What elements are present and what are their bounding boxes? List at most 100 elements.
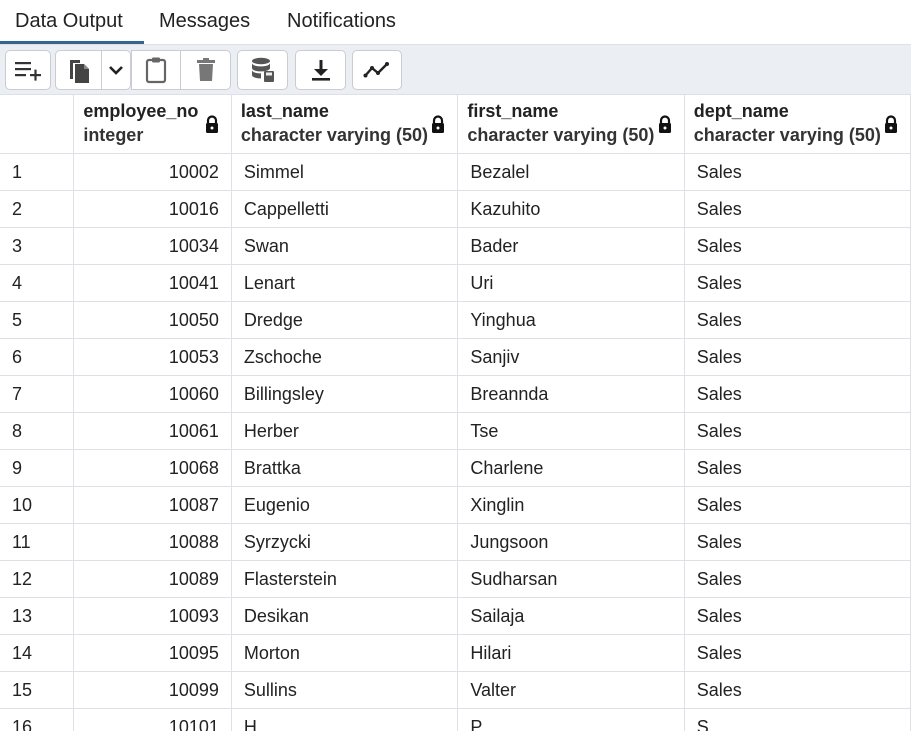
dept-name-cell[interactable]: Sales xyxy=(684,338,911,376)
column-header-employee-no[interactable]: employee_no integer xyxy=(73,95,232,154)
table-row[interactable]: 2 10016 Cappelletti Kazuhito Sales xyxy=(0,190,911,228)
add-row-button[interactable] xyxy=(5,50,51,90)
last-name-cell[interactable]: Morton xyxy=(231,634,459,672)
row-number-cell[interactable]: 11 xyxy=(0,523,75,561)
dept-name-cell[interactable]: Sales xyxy=(684,301,911,339)
employee-no-cell[interactable]: 10087 xyxy=(73,486,232,524)
employee-no-cell[interactable]: 10068 xyxy=(73,449,232,487)
last-name-cell[interactable]: Flasterstein xyxy=(231,560,459,598)
column-header-last-name[interactable]: last_name character varying (50) xyxy=(231,95,459,154)
last-name-cell[interactable]: Eugenio xyxy=(231,486,459,524)
last-name-cell[interactable]: Lenart xyxy=(231,264,459,302)
first-name-cell[interactable]: Breannda xyxy=(457,375,685,413)
dept-name-cell[interactable]: Sales xyxy=(684,671,911,709)
employee-no-cell[interactable]: 10016 xyxy=(73,190,232,228)
copy-button[interactable] xyxy=(55,50,102,90)
tab-data-output[interactable]: Data Output xyxy=(0,0,144,44)
row-number-cell[interactable]: 4 xyxy=(0,264,75,302)
row-number-header[interactable] xyxy=(0,95,75,154)
last-name-cell[interactable]: H xyxy=(231,708,459,731)
employee-no-cell[interactable]: 10093 xyxy=(73,597,232,635)
table-row[interactable]: 5 10050 Dredge Yinghua Sales xyxy=(0,301,911,339)
first-name-cell[interactable]: Kazuhito xyxy=(457,190,685,228)
first-name-cell[interactable]: Valter xyxy=(457,671,685,709)
last-name-cell[interactable]: Syrzycki xyxy=(231,523,459,561)
first-name-cell[interactable]: Jungsoon xyxy=(457,523,685,561)
table-row[interactable]: 14 10095 Morton Hilari Sales xyxy=(0,634,911,672)
row-number-cell[interactable]: 7 xyxy=(0,375,75,413)
tab-notifications[interactable]: Notifications xyxy=(287,0,396,44)
table-row[interactable]: 1 10002 Simmel Bezalel Sales xyxy=(0,153,911,191)
first-name-cell[interactable]: Sailaja xyxy=(457,597,685,635)
delete-button[interactable] xyxy=(181,50,231,90)
dept-name-cell[interactable]: Sales xyxy=(684,153,911,191)
table-row[interactable]: 7 10060 Billingsley Breannda Sales xyxy=(0,375,911,413)
dept-name-cell[interactable]: Sales xyxy=(684,264,911,302)
tab-messages[interactable]: Messages xyxy=(159,0,250,44)
employee-no-cell[interactable]: 10101 xyxy=(73,708,232,731)
dept-name-cell[interactable]: Sales xyxy=(684,227,911,265)
last-name-cell[interactable]: Swan xyxy=(231,227,459,265)
column-header-dept-name[interactable]: dept_name character varying (50) xyxy=(684,95,911,154)
first-name-cell[interactable]: P xyxy=(457,708,685,731)
row-number-cell[interactable]: 3 xyxy=(0,227,75,265)
row-number-cell[interactable]: 5 xyxy=(0,301,75,339)
dept-name-cell[interactable]: Sales xyxy=(684,412,911,450)
last-name-cell[interactable]: Desikan xyxy=(231,597,459,635)
table-row[interactable]: 10 10087 Eugenio Xinglin Sales xyxy=(0,486,911,524)
first-name-cell[interactable]: Xinglin xyxy=(457,486,685,524)
first-name-cell[interactable]: Uri xyxy=(457,264,685,302)
last-name-cell[interactable]: Billingsley xyxy=(231,375,459,413)
row-number-cell[interactable]: 12 xyxy=(0,560,75,598)
employee-no-cell[interactable]: 10060 xyxy=(73,375,232,413)
dept-name-cell[interactable]: Sales xyxy=(684,449,911,487)
graph-visualiser-button[interactable] xyxy=(352,50,402,90)
first-name-cell[interactable]: Sudharsan xyxy=(457,560,685,598)
employee-no-cell[interactable]: 10041 xyxy=(73,264,232,302)
dept-name-cell[interactable]: Sales xyxy=(684,634,911,672)
row-number-cell[interactable]: 14 xyxy=(0,634,75,672)
first-name-cell[interactable]: Sanjiv xyxy=(457,338,685,376)
employee-no-cell[interactable]: 10002 xyxy=(73,153,232,191)
copy-options-dropdown[interactable] xyxy=(102,50,131,90)
last-name-cell[interactable]: Zschoche xyxy=(231,338,459,376)
first-name-cell[interactable]: Hilari xyxy=(457,634,685,672)
employee-no-cell[interactable]: 10099 xyxy=(73,671,232,709)
row-number-cell[interactable]: 16 xyxy=(0,708,75,731)
table-row[interactable]: 8 10061 Herber Tse Sales xyxy=(0,412,911,450)
last-name-cell[interactable]: Simmel xyxy=(231,153,459,191)
row-number-cell[interactable]: 1 xyxy=(0,153,75,191)
table-row[interactable]: 4 10041 Lenart Uri Sales xyxy=(0,264,911,302)
employee-no-cell[interactable]: 10095 xyxy=(73,634,232,672)
table-row[interactable]: 11 10088 Syrzycki Jungsoon Sales xyxy=(0,523,911,561)
table-row[interactable]: 15 10099 Sullins Valter Sales xyxy=(0,671,911,709)
row-number-cell[interactable]: 8 xyxy=(0,412,75,450)
table-row[interactable]: 12 10089 Flasterstein Sudharsan Sales xyxy=(0,560,911,598)
dept-name-cell[interactable]: Sales xyxy=(684,190,911,228)
first-name-cell[interactable]: Charlene xyxy=(457,449,685,487)
row-number-cell[interactable]: 15 xyxy=(0,671,75,709)
row-number-cell[interactable]: 13 xyxy=(0,597,75,635)
employee-no-cell[interactable]: 10061 xyxy=(73,412,232,450)
employee-no-cell[interactable]: 10089 xyxy=(73,560,232,598)
download-button[interactable] xyxy=(295,50,346,90)
first-name-cell[interactable]: Yinghua xyxy=(457,301,685,339)
last-name-cell[interactable]: Dredge xyxy=(231,301,459,339)
table-row[interactable]: 3 10034 Swan Bader Sales xyxy=(0,227,911,265)
first-name-cell[interactable]: Bader xyxy=(457,227,685,265)
row-number-cell[interactable]: 6 xyxy=(0,338,75,376)
employee-no-cell[interactable]: 10088 xyxy=(73,523,232,561)
dept-name-cell[interactable]: Sales xyxy=(684,523,911,561)
dept-name-cell[interactable]: Sales xyxy=(684,375,911,413)
table-row[interactable]: 9 10068 Brattka Charlene Sales xyxy=(0,449,911,487)
last-name-cell[interactable]: Sullins xyxy=(231,671,459,709)
save-data-button[interactable] xyxy=(237,50,288,90)
row-number-cell[interactable]: 10 xyxy=(0,486,75,524)
row-number-cell[interactable]: 2 xyxy=(0,190,75,228)
row-number-cell[interactable]: 9 xyxy=(0,449,75,487)
dept-name-cell[interactable]: S xyxy=(684,708,911,731)
table-row[interactable]: 6 10053 Zschoche Sanjiv Sales xyxy=(0,338,911,376)
last-name-cell[interactable]: Cappelletti xyxy=(231,190,459,228)
column-header-first-name[interactable]: first_name character varying (50) xyxy=(457,95,685,154)
employee-no-cell[interactable]: 10053 xyxy=(73,338,232,376)
